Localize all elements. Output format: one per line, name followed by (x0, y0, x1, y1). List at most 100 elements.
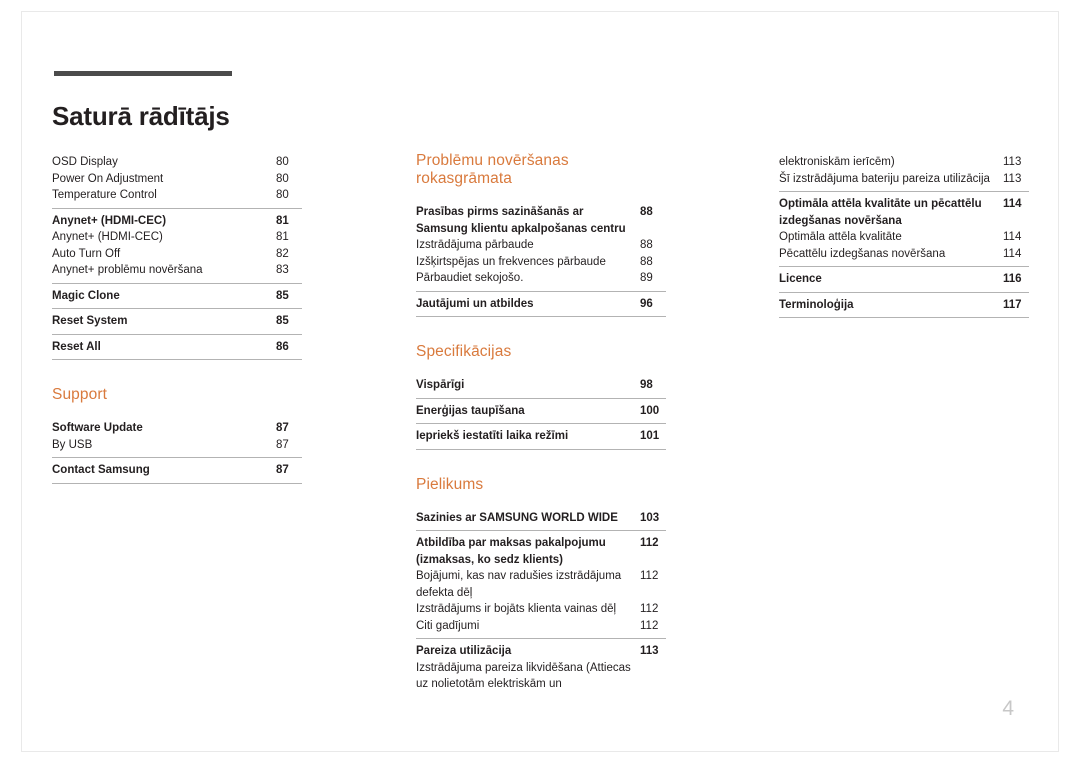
toc-entry-label: Pēcattēlu izdegšanas novēršana (779, 247, 946, 260)
document-page: Saturā rādītājs OSD Display 80 Power On Ad… (22, 12, 1058, 751)
toc-entry[interactable]: Bojājumi, kas nav radušies izstrādājuma … (416, 568, 666, 601)
entry-divider (52, 482, 302, 484)
toc-entry[interactable]: Izstrādājuma pārbaude 88 (416, 237, 666, 254)
toc-entry[interactable]: Vispārīgi 98 (416, 377, 666, 394)
toc-entry[interactable]: Software Update 87 (52, 420, 302, 437)
toc-entry-page: 86 (276, 340, 289, 353)
toc-entry[interactable]: Sazinies ar SAMSUNG WORLD WIDE 103 (416, 510, 666, 527)
toc-entry-label: Reset All (52, 340, 101, 353)
toc-entry-label: Anynet+ problēmu novēršana (52, 264, 203, 276)
toc-entry-page: 88 (640, 206, 653, 218)
toc-entry-page: 89 (640, 272, 653, 284)
toc-entry-page: 83 (276, 264, 289, 276)
toc-entry-page: 96 (640, 297, 653, 310)
toc-entry-page: 85 (276, 289, 289, 302)
toc-entry-page: 113 (1003, 156, 1022, 168)
toc-entry-label: Reset System (52, 315, 128, 327)
toc-column-3: elektroniskām ierīcēm) 113 Šī izstrādājuma… (779, 150, 1029, 318)
toc-entry-label: Temperature Control (52, 189, 157, 201)
toc-entry-label: Anynet+ (HDMI-CEC) (52, 231, 163, 243)
toc-entry-page: 103 (640, 511, 660, 524)
toc-entry[interactable]: Terminoloģija 117 (779, 297, 1029, 314)
toc-entry-label: Licence (779, 273, 822, 285)
toc-entry-label: Izšķirtspējas un frekvences pārbaude (416, 255, 606, 268)
toc-entry[interactable]: Magic Clone 85 (52, 288, 302, 305)
toc-entry[interactable]: Atbildība par maksas pakalpojumu (izmaks… (416, 535, 666, 568)
toc-entry-label: Šī izstrādājuma bateriju pareiza utilizā… (779, 172, 990, 185)
toc-entry[interactable]: Pareiza utilizācija 113 (416, 643, 666, 660)
page-title: Saturā rādītājs (52, 101, 230, 132)
toc-entry[interactable]: Izšķirtspējas un frekvences pārbaude 88 (416, 254, 666, 271)
toc-entry[interactable]: elektroniskām ierīcēm) 113 (779, 154, 1029, 171)
toc-entry[interactable]: Reset System 85 (52, 313, 302, 330)
toc-entry-page: 113 (640, 645, 659, 657)
toc-entry[interactable]: Prasības pirms sazināšanās ar Samsung kl… (416, 204, 666, 237)
toc-entry-label: Atbildība par maksas pakalpojumu (izmaks… (416, 537, 606, 566)
toc-entry-page: 87 (276, 464, 289, 476)
toc-entry-label: OSD Display (52, 156, 118, 168)
toc-entry[interactable]: By USB 87 (52, 437, 302, 454)
toc-entry[interactable]: Reset All 86 (52, 339, 302, 356)
toc-entry-page: 114 (1003, 247, 1022, 260)
toc-entry[interactable]: Temperature Control 80 (52, 187, 302, 204)
toc-entry[interactable]: Izstrādājuma pareiza likvidēšana (Attiec… (416, 660, 666, 693)
toc-entry[interactable]: Auto Turn Off 82 (52, 246, 302, 263)
toc-entry-label: Izstrādājuma pārbaude (416, 239, 534, 251)
toc-entry[interactable]: Iepriekš iestatīti laika režīmi 101 (416, 428, 666, 445)
toc-entry[interactable]: Anynet+ (HDMI-CEC) 81 (52, 213, 302, 230)
toc-entry-label: Sazinies ar SAMSUNG WORLD WIDE (416, 511, 618, 524)
toc-entry-page: 112 (640, 619, 659, 632)
toc-entry-page: 116 (1003, 273, 1022, 285)
toc-entry[interactable]: Enerģijas taupīšana 100 (416, 403, 666, 420)
toc-entry[interactable]: Šī izstrādājuma bateriju pareiza utilizā… (779, 171, 1029, 188)
toc-entry-page: 80 (276, 156, 289, 168)
toc-entry[interactable]: Anynet+ (HDMI-CEC) 81 (52, 229, 302, 246)
toc-entry-label: Auto Turn Off (52, 247, 121, 260)
toc-entry[interactable]: Optimāla attēla kvalitāte un pēcattēlu i… (779, 196, 1029, 229)
toc-entry-label: Magic Clone (52, 289, 120, 302)
toc-entry[interactable]: Pārbaudiet sekojošo. 89 (416, 270, 666, 287)
section-heading: Support (52, 386, 107, 403)
toc-entry-page: 112 (640, 603, 659, 615)
toc-entry-page: 113 (1003, 172, 1022, 185)
toc-entry-page: 100 (640, 404, 660, 417)
toc-entry-page: 87 (276, 422, 289, 434)
toc-entry-page: 85 (276, 315, 289, 327)
toc-entry[interactable]: Licence 116 (779, 271, 1029, 288)
toc-entry-page: 98 (640, 379, 653, 391)
toc-entry-page: 81 (276, 214, 289, 227)
toc-entry-label: Jautājumi un atbildes (416, 297, 534, 310)
toc-entry-page: 80 (276, 172, 289, 185)
toc-entry[interactable]: Pēcattēlu izdegšanas novēršana 114 (779, 246, 1029, 263)
toc-entry[interactable]: Citi gadījumi 112 (416, 618, 666, 635)
toc-entry[interactable]: Izstrādājums ir bojāts klienta vainas dē… (416, 601, 666, 618)
toc-entry[interactable]: Power On Adjustment 80 (52, 171, 302, 188)
toc-entry[interactable]: Contact Samsung 87 (52, 462, 302, 479)
toc-entry-page: 101 (640, 430, 660, 442)
toc-entry-page: 82 (276, 247, 289, 260)
toc-entry-label: Power On Adjustment (52, 172, 164, 185)
toc-entry-label: Anynet+ (HDMI-CEC) (52, 214, 167, 227)
section-heading: Specifikācijas (416, 343, 512, 360)
toc-entry-page: 112 (640, 570, 659, 582)
toc-entry[interactable]: Jautājumi un atbildes 96 (416, 296, 666, 313)
toc-entry-label: Contact Samsung (52, 464, 150, 476)
toc-entry-label: Izstrādājuma pareiza likvidēšana (Attiec… (416, 661, 631, 691)
toc-entry-label: Prasības pirms sazināšanās ar Samsung kl… (416, 206, 626, 235)
toc-entry-label: Pareiza utilizācija (416, 645, 512, 657)
toc-entry[interactable]: Optimāla attēla kvalitāte 114 (779, 229, 1029, 246)
toc-entry-label: elektroniskām ierīcēm) (779, 156, 895, 168)
toc-entry[interactable]: Anynet+ problēmu novēršana 83 (52, 262, 302, 279)
toc-entry[interactable]: OSD Display 80 (52, 154, 302, 171)
toc-entry-page: 114 (1003, 231, 1022, 243)
toc-entry-label: Izstrādājums ir bojāts klienta vainas dē… (416, 603, 617, 615)
toc-entry-page: 81 (276, 231, 289, 243)
toc-entry-label: Terminoloģija (779, 298, 854, 311)
